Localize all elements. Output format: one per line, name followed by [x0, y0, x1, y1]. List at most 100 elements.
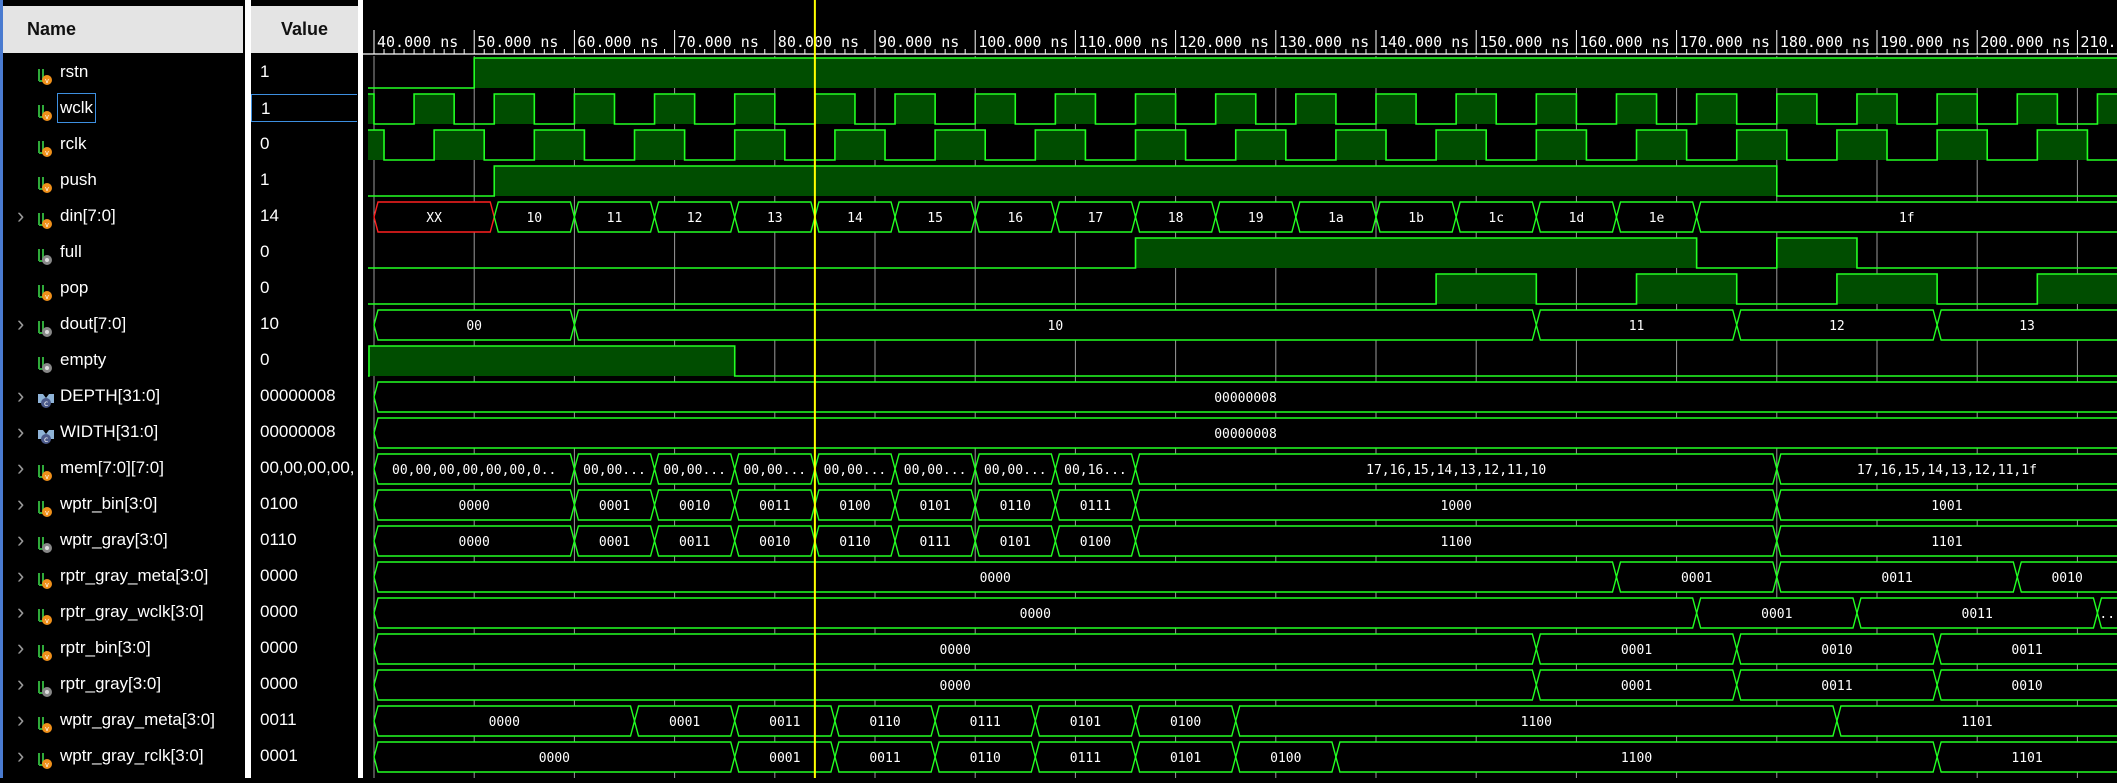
signal-row-DEPTH[interactable]: › c DEPTH[31:0]	[3, 378, 243, 414]
signal-name[interactable]: wptr_gray[3:0]	[58, 522, 170, 558]
expand-chevron-icon[interactable]: ›	[17, 594, 24, 630]
signal-row-dout[interactable]: › dout[7:0]	[3, 306, 243, 342]
ruler-label: 40.000 ns	[377, 33, 458, 51]
wave-dout[interactable]: 00 10 11 12 13	[373, 309, 2117, 341]
signal-name[interactable]: DEPTH[31:0]	[58, 378, 162, 414]
signal-row-wptr_gray_rclk[interactable]: › v wptr_gray_rclk[3:0]	[3, 738, 243, 774]
signal-name[interactable]: wclk	[56, 93, 97, 123]
bus-value-label: 0001	[769, 751, 800, 766]
high-level-fill	[574, 94, 615, 124]
bus-value-label: 0010	[2051, 571, 2082, 586]
bus-value-label: 19	[1248, 211, 1264, 226]
value-column-header[interactable]: Value	[251, 6, 358, 53]
wave-wclk[interactable]	[368, 93, 2117, 125]
waveform-canvas[interactable]: 40.000 ns 50.000 ns 60.000 ns 70.000 ns 80.0…	[363, 0, 2117, 778]
signal-row-rptr_gray_wclk[interactable]: › v rptr_gray_wclk[3:0]	[3, 594, 243, 630]
wave-full[interactable]	[368, 237, 2117, 269]
signal-row-din[interactable]: › v din[7:0]	[3, 198, 243, 234]
wave-rptr_gray_wclk[interactable]: 0000 0001 0011..	[373, 597, 2117, 629]
expand-chevron-icon[interactable]: ›	[17, 666, 24, 702]
ruler-label: 130.000 ns	[1279, 33, 1369, 51]
wave-mem[interactable]: 00,00,00,00,00,00,0.. 00,00... 00,00... 00,…	[373, 453, 2117, 485]
signal-row-push[interactable]: v push	[3, 162, 243, 198]
signal-name[interactable]: wptr_gray_meta[3:0]	[58, 702, 217, 738]
wave-wptr_gray[interactable]: 0000 0001 0011 0010 0110 0111 0101 0100 1100 1101	[373, 525, 2117, 557]
signal-name[interactable]: WIDTH[31:0]	[58, 414, 160, 450]
wave-rptr_gray[interactable]: 0000 0001 0011 0010	[373, 669, 2117, 701]
signal-row-wptr_gray_meta[interactable]: › v wptr_gray_meta[3:0]	[3, 702, 243, 738]
reg-icon: v	[37, 639, 55, 661]
signal-name[interactable]: rptr_gray_meta[3:0]	[58, 558, 210, 594]
expand-chevron-icon[interactable]: ›	[17, 522, 24, 558]
high-level-fill	[2097, 94, 2117, 124]
wave-WIDTH[interactable]: 00000008	[373, 417, 2117, 449]
wave-push[interactable]	[368, 165, 2117, 197]
expand-chevron-icon[interactable]: ›	[17, 486, 24, 522]
expand-chevron-icon[interactable]: ›	[17, 558, 24, 594]
wave-DEPTH[interactable]: 00000008	[373, 381, 2117, 413]
wave-empty[interactable]	[368, 345, 2117, 377]
expand-chevron-icon[interactable]: ›	[17, 414, 24, 450]
value-row: 0110	[251, 522, 358, 558]
signal-row-wptr_bin[interactable]: › v wptr_bin[3:0]	[3, 486, 243, 522]
wave-wptr_gray_rclk[interactable]: 0000 0001 0011 0110 0111 0101 0100 1100 1101	[373, 741, 2117, 773]
bus-value-label: 0011	[2011, 643, 2042, 658]
bus-value-label: 0110	[869, 715, 900, 730]
signal-name[interactable]: din[7:0]	[58, 198, 118, 234]
wave-pop[interactable]	[368, 273, 2117, 305]
signal-name[interactable]: rptr_gray[3:0]	[58, 666, 163, 702]
reg-icon: v	[37, 711, 55, 733]
signal-row-empty[interactable]: empty	[3, 342, 243, 378]
high-level-fill	[474, 58, 2117, 88]
bus-value-label: 00000008	[1214, 391, 1277, 406]
value-row: 00000008	[251, 378, 358, 414]
wave-rclk[interactable]	[368, 129, 2117, 161]
name-column-header[interactable]: Name	[3, 6, 243, 53]
bus-value-label: 00,00...	[583, 463, 646, 478]
wave-din[interactable]: XX 10 11 12 13 14 15 16 17 18 19 1a 1b 1c 1d 1e 1f	[373, 201, 2117, 233]
signal-name[interactable]: mem[7:0][7:0]	[58, 450, 166, 486]
ruler-label: 170.000 ns	[1680, 33, 1770, 51]
signal-name[interactable]: full	[58, 234, 84, 270]
signal-row-full[interactable]: full	[3, 234, 243, 270]
signal-row-rptr_gray[interactable]: › rptr_gray[3:0]	[3, 666, 243, 702]
signal-name[interactable]: empty	[58, 342, 108, 378]
expand-chevron-icon[interactable]: ›	[17, 738, 24, 774]
signal-name[interactable]: rstn	[58, 54, 90, 90]
wave-rptr_gray_meta[interactable]: 0000 0001 0011 0010	[373, 561, 2117, 593]
signal-name[interactable]: wptr_gray_rclk[3:0]	[58, 738, 206, 774]
bus-value-label: 0100	[1080, 535, 1111, 550]
signal-name[interactable]: pop	[58, 270, 90, 306]
signal-name[interactable]: wptr_bin[3:0]	[58, 486, 159, 522]
signal-row-pop[interactable]: v pop	[3, 270, 243, 306]
expand-chevron-icon[interactable]: ›	[17, 630, 24, 666]
signal-row-rstn[interactable]: v rstn	[3, 54, 243, 90]
signal-name[interactable]: rclk	[58, 126, 88, 162]
expand-chevron-icon[interactable]: ›	[17, 702, 24, 738]
wave-rstn[interactable]	[368, 57, 2117, 89]
wave-rptr_bin[interactable]: 0000 0001 0010 0011	[373, 633, 2117, 665]
svg-text:v: v	[45, 761, 49, 769]
signal-name[interactable]: push	[58, 162, 99, 198]
expand-chevron-icon[interactable]: ›	[17, 306, 24, 342]
wave-wptr_bin[interactable]: 0000 0001 0010 0011 0100 0101 0110 0111 1000 1001	[373, 489, 2117, 521]
ruler-label: 100.000 ns	[978, 33, 1068, 51]
bus-value-label: 1001	[1931, 499, 1962, 514]
expand-chevron-icon[interactable]: ›	[17, 378, 24, 414]
value-row: 1	[251, 162, 358, 198]
signal-row-wclk[interactable]: v wclk	[3, 90, 243, 126]
signal-row-rptr_gray_meta[interactable]: › v rptr_gray_meta[3:0]	[3, 558, 243, 594]
expand-chevron-icon[interactable]: ›	[17, 450, 24, 486]
wave-wptr_gray_meta[interactable]: 0000 0001 0011 0110 0111 0101 0100 1100 1101	[373, 705, 2117, 737]
signal-name[interactable]: dout[7:0]	[58, 306, 128, 342]
signal-row-wptr_gray[interactable]: › wptr_gray[3:0]	[3, 522, 243, 558]
bus-value-label: 0001	[599, 535, 630, 550]
signal-row-mem[interactable]: › v mem[7:0][7:0]	[3, 450, 243, 486]
signal-name[interactable]: rptr_bin[3:0]	[58, 630, 153, 666]
signal-row-rptr_bin[interactable]: › v rptr_bin[3:0]	[3, 630, 243, 666]
expand-chevron-icon[interactable]: ›	[17, 198, 24, 234]
bus-value-label: 0101	[1000, 535, 1031, 550]
signal-name[interactable]: rptr_gray_wclk[3:0]	[58, 594, 206, 630]
signal-row-rclk[interactable]: v rclk	[3, 126, 243, 162]
signal-row-WIDTH[interactable]: › c WIDTH[31:0]	[3, 414, 243, 450]
